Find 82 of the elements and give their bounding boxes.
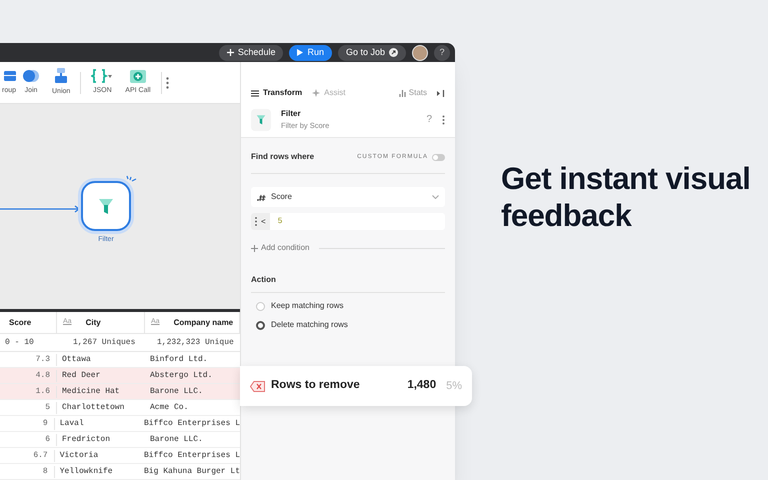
table-cell-text: Barone LLC. [149,434,204,446]
table-cell: 6.7 [0,450,55,462]
go-to-job-button[interactable]: Go to Job [338,44,406,60]
table-cell-text: Biffco Enterprises L [142,450,240,462]
help-button[interactable]: ? [434,44,450,60]
plus-folder-icon [130,68,146,83]
operator-select[interactable]: < [251,213,270,230]
table-cell-text: Binford Ltd. [149,354,209,366]
column-header[interactable]: Score [9,316,32,328]
table-cell-text: Barone LLC. [149,386,204,398]
number-type-icon [257,194,266,200]
more-icon[interactable] [166,76,169,88]
table-cell-text: Acme Co. [149,402,190,414]
table-cell-text: Victoria [58,450,100,462]
column-header[interactable]: Company name [174,316,234,328]
field-value: Score [271,191,292,203]
table-row[interactable]: 6 Fredricton Barone LLC. [0,432,240,448]
avatar[interactable] [412,44,428,60]
plus-icon [226,49,234,56]
more-icon[interactable] [442,114,445,124]
run-button[interactable]: Run [289,44,332,60]
table-row[interactable]: 8 Yellowknife Big Kahuna Burger Lt [0,464,240,480]
table-row[interactable]: 5 Charlottetown Acme Co. [0,400,240,416]
column-header[interactable]: City [86,316,101,328]
table-cell-text: Ottawa [61,354,92,366]
bar-chart-icon [398,90,406,96]
braces-icon [91,68,114,83]
column-stats: 1,267 Uniques [72,336,136,348]
column-stats: 0 - 10 [4,336,35,348]
sparkle-icon [312,89,320,97]
action-option[interactable]: Keep matching rows [256,300,445,312]
summary-percent: 5% [446,378,462,394]
action-label: Action [251,274,445,293]
headline: Get instant visual feedback [501,160,752,235]
summary-label: Rows to remove [271,378,360,394]
table-row[interactable]: 4.8 Red Deer Abstergo Ltd. [0,368,240,384]
table-icon [4,68,16,83]
drag-handle-icon [255,217,257,226]
funnel-icon [98,197,114,215]
table-cell-text: Fredricton [61,434,112,446]
radio-button[interactable] [256,320,265,330]
stack-icon [54,68,68,84]
play-icon [297,49,304,56]
schedule-button[interactable]: Schedule [218,44,284,60]
panel-tab[interactable]: Transform [251,87,302,99]
table-cell: 1.6 [0,386,57,398]
table-row[interactable]: 1.6 Medicine Hat Barone LLC. [0,384,240,400]
table-row[interactable]: 7.3 Ottawa Binford Ltd. [0,352,240,368]
table-cell-text: Yellowknife [58,466,114,478]
funnel-icon [256,114,266,125]
table-cell: 7.3 [0,354,57,366]
filter-node[interactable] [81,181,131,231]
step-title: Filter [281,108,302,120]
table-cell-text: Charlottetown [61,402,126,414]
sliders-icon [251,90,259,96]
collapse-icon[interactable] [437,90,445,96]
table-row[interactable]: 9 Laval Biffco Enterprises L [0,416,240,432]
table-cell-text: Laval [58,418,85,430]
circles-icon [22,68,40,83]
table-cell: 8 [0,466,55,478]
custom-formula-toggle[interactable] [432,154,445,160]
table-cell-text: Abstergo Ltd. [149,370,214,382]
action-option[interactable]: Delete matching rows [256,319,445,331]
table-cell: 4.8 [0,370,57,382]
table-cell-text: Red Deer [61,370,102,382]
field-dropdown[interactable]: Score [251,187,445,207]
table-row[interactable]: 6.7 Victoria Biffco Enterprises L [0,448,240,464]
table-cell-text: Medicine Hat [61,386,121,398]
table-cell-text: Biffco Enterprises L [142,418,240,430]
arrow-circle-icon [389,48,398,57]
delete-tag-icon [250,380,265,392]
summary-count: 1,480 [407,378,436,394]
column-stats: 1,232,323 Unique [156,336,235,348]
add-condition-button[interactable]: Add condition [251,242,310,254]
chevron-down-icon [432,195,439,199]
table-cell-text: Big Kahuna Burger Lt [142,466,240,478]
operator-text: < [261,216,266,228]
table-cell: 6 [0,434,57,446]
plus-icon [251,244,258,252]
table-cell: 5 [0,402,57,414]
find-rows-label: Find rows where [251,151,314,163]
table-cell: 9 [0,418,55,430]
